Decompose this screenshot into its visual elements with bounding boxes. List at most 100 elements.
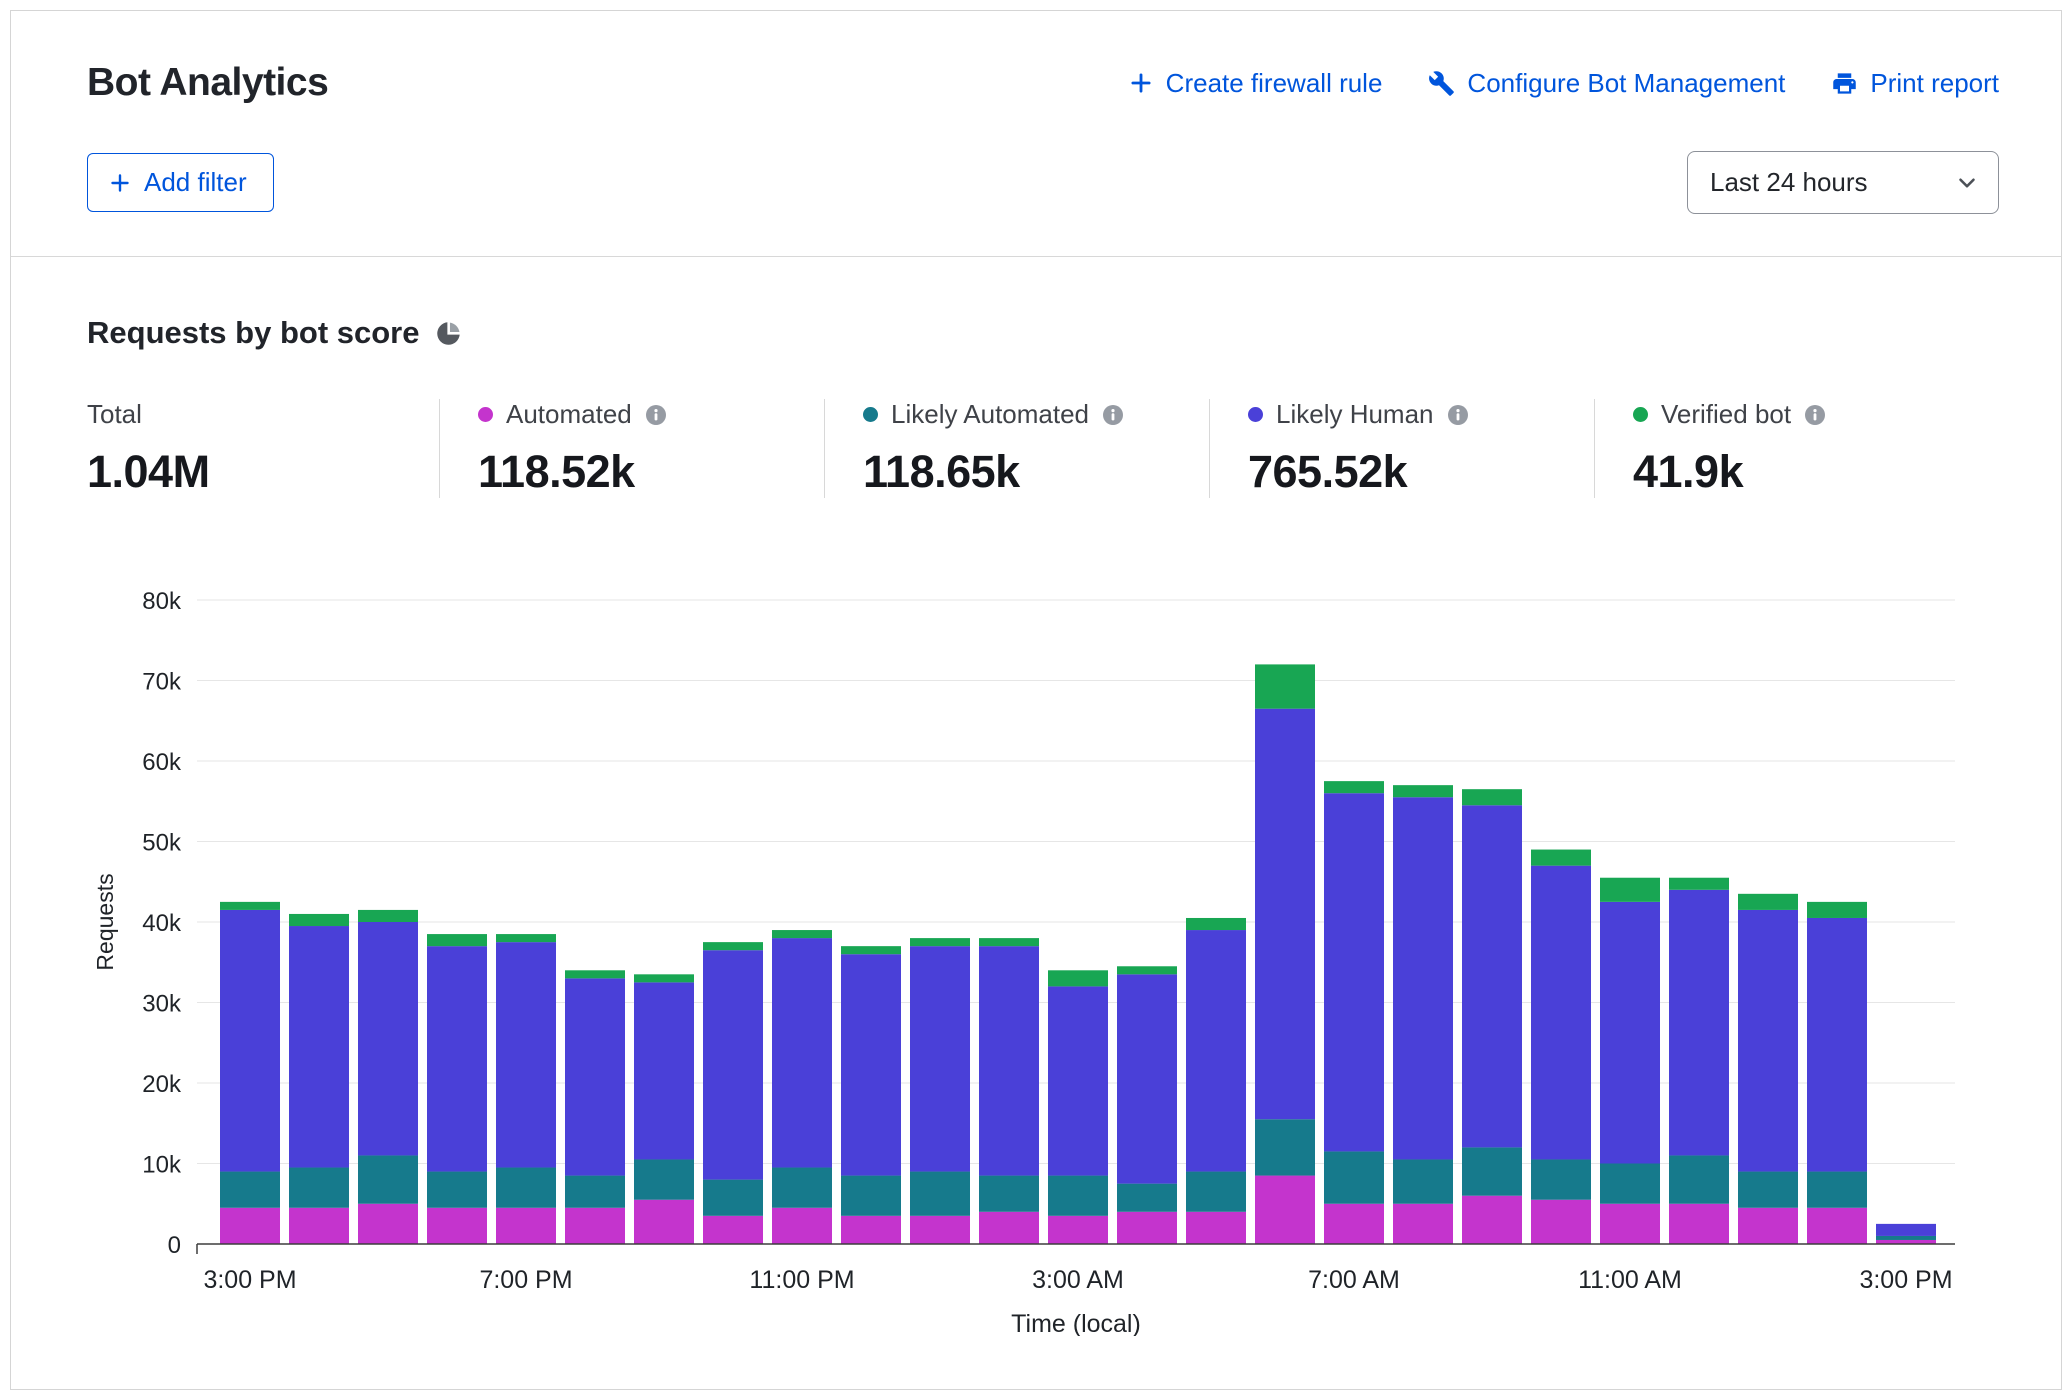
bar-segment-likely-automated[interactable] [358,1155,418,1203]
bar-segment-likely-automated[interactable] [1393,1159,1453,1203]
bar-segment-likely-human[interactable] [1600,902,1660,1164]
bar-segment-likely-automated[interactable] [772,1168,832,1208]
bar-segment-likely-automated[interactable] [841,1176,901,1216]
bar-segment-automated[interactable] [1807,1208,1867,1244]
bar-segment-likely-automated[interactable] [289,1168,349,1208]
bar-segment-automated[interactable] [1738,1208,1798,1244]
bar-segment-likely-automated[interactable] [979,1176,1039,1212]
bar-segment-likely-automated[interactable] [1669,1155,1729,1203]
bar-segment-likely-human[interactable] [979,946,1039,1175]
bar-segment-likely-automated[interactable] [1738,1172,1798,1208]
bar-segment-verified-bot[interactable] [1324,781,1384,793]
bar-segment-verified-bot[interactable] [634,974,694,982]
bar-segment-likely-human[interactable] [1255,709,1315,1120]
bar-segment-automated[interactable] [358,1204,418,1244]
bar-segment-likely-automated[interactable] [1324,1151,1384,1203]
bar-segment-verified-bot[interactable] [427,934,487,946]
bar-segment-likely-human[interactable] [1876,1224,1936,1236]
bar-segment-likely-human[interactable] [772,938,832,1167]
bar-segment-likely-human[interactable] [703,950,763,1179]
bar-segment-likely-human[interactable] [1807,918,1867,1172]
bar-segment-likely-human[interactable] [1324,793,1384,1151]
bar-segment-likely-automated[interactable] [1255,1119,1315,1175]
bar-segment-likely-human[interactable] [427,946,487,1171]
bar-segment-verified-bot[interactable] [1531,850,1591,866]
bar-segment-likely-human[interactable] [220,910,280,1172]
bar-segment-automated[interactable] [289,1208,349,1244]
configure-bot-management-link[interactable]: Configure Bot Management [1428,68,1785,99]
bar-segment-verified-bot[interactable] [1117,966,1177,974]
bar-segment-verified-bot[interactable] [565,970,625,978]
bar-segment-likely-automated[interactable] [634,1159,694,1199]
bar-segment-automated[interactable] [1462,1196,1522,1244]
bar-segment-automated[interactable] [220,1208,280,1244]
bar-segment-likely-automated[interactable] [910,1172,970,1216]
info-icon[interactable] [1447,404,1469,426]
bar-segment-automated[interactable] [634,1200,694,1244]
print-report-link[interactable]: Print report [1831,68,1999,99]
bar-segment-automated[interactable] [703,1216,763,1244]
bar-segment-likely-automated[interactable] [1186,1172,1246,1212]
bar-segment-automated[interactable] [1393,1204,1453,1244]
bar-segment-likely-human[interactable] [1393,797,1453,1159]
bar-segment-automated[interactable] [1600,1204,1660,1244]
bar-segment-verified-bot[interactable] [496,934,556,942]
bar-segment-likely-automated[interactable] [1048,1176,1108,1216]
bar-segment-automated[interactable] [910,1216,970,1244]
bar-segment-automated[interactable] [427,1208,487,1244]
info-icon[interactable] [645,404,667,426]
bar-segment-likely-automated[interactable] [1600,1164,1660,1204]
info-icon[interactable] [1804,404,1826,426]
bar-segment-likely-human[interactable] [1117,974,1177,1183]
bar-segment-likely-automated[interactable] [496,1168,556,1208]
bar-segment-likely-human[interactable] [1531,866,1591,1160]
bar-segment-verified-bot[interactable] [910,938,970,946]
bar-segment-verified-bot[interactable] [772,930,832,938]
bar-segment-automated[interactable] [1117,1212,1177,1244]
add-filter-button[interactable]: Add filter [87,153,274,212]
create-firewall-rule-link[interactable]: Create firewall rule [1128,68,1383,99]
bar-segment-likely-automated[interactable] [565,1176,625,1208]
bar-segment-verified-bot[interactable] [1255,664,1315,708]
bar-segment-likely-human[interactable] [565,978,625,1175]
bar-segment-verified-bot[interactable] [1807,902,1867,918]
bar-segment-automated[interactable] [496,1208,556,1244]
bar-segment-verified-bot[interactable] [1393,785,1453,797]
bar-segment-automated[interactable] [1324,1204,1384,1244]
bar-segment-likely-human[interactable] [289,926,349,1168]
bar-segment-verified-bot[interactable] [1462,789,1522,805]
bar-segment-verified-bot[interactable] [1048,970,1108,986]
bar-segment-likely-automated[interactable] [1876,1236,1936,1240]
bar-segment-verified-bot[interactable] [979,938,1039,946]
bar-segment-likely-human[interactable] [358,922,418,1155]
bar-segment-verified-bot[interactable] [1738,894,1798,910]
bar-segment-verified-bot[interactable] [1669,878,1729,890]
bar-segment-automated[interactable] [1048,1216,1108,1244]
bar-segment-automated[interactable] [841,1216,901,1244]
info-icon[interactable] [1102,404,1124,426]
bar-segment-likely-automated[interactable] [703,1180,763,1216]
bar-segment-verified-bot[interactable] [220,902,280,910]
bar-segment-likely-automated[interactable] [427,1172,487,1208]
bar-segment-verified-bot[interactable] [1186,918,1246,930]
bar-segment-verified-bot[interactable] [841,946,901,954]
bar-segment-verified-bot[interactable] [358,910,418,922]
bar-segment-likely-automated[interactable] [1117,1184,1177,1212]
bar-segment-likely-human[interactable] [634,982,694,1159]
bar-segment-automated[interactable] [979,1212,1039,1244]
bar-segment-automated[interactable] [565,1208,625,1244]
bar-segment-likely-human[interactable] [1738,910,1798,1172]
bar-segment-likely-human[interactable] [1186,930,1246,1172]
bar-segment-automated[interactable] [1255,1176,1315,1244]
bar-segment-likely-human[interactable] [1048,986,1108,1175]
bar-segment-likely-automated[interactable] [1462,1147,1522,1195]
bar-segment-automated[interactable] [1186,1212,1246,1244]
bar-segment-likely-human[interactable] [1462,805,1522,1147]
bar-segment-likely-automated[interactable] [220,1172,280,1208]
bar-segment-likely-human[interactable] [1669,890,1729,1156]
bar-segment-verified-bot[interactable] [703,942,763,950]
bar-segment-automated[interactable] [1669,1204,1729,1244]
bar-segment-verified-bot[interactable] [289,914,349,926]
bar-segment-likely-human[interactable] [910,946,970,1171]
bar-segment-verified-bot[interactable] [1600,878,1660,902]
